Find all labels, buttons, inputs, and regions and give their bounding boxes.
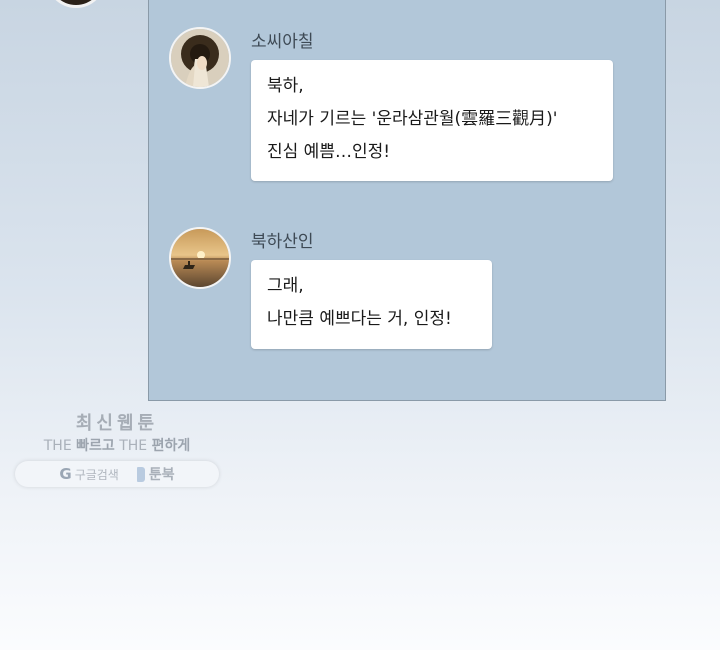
avatar[interactable]: [169, 227, 231, 289]
toonbook-label: 툰북: [136, 464, 175, 484]
google-icon: G: [59, 465, 72, 483]
message-line: 자네가 기르는 '운라삼관월(雲羅三觀月)': [267, 109, 558, 129]
message-bubble: 북하, 자네가 기르는 '운라삼관월(雲羅三觀月)' 진심 예쁨…인정!: [251, 60, 613, 181]
tagline-word: 빠르고: [76, 438, 115, 454]
message-line: 나만큼 예쁘다는 거, 인정!: [267, 309, 452, 329]
sender-name: 소씨아칠: [251, 32, 314, 52]
sender-name: 북하산인: [251, 232, 314, 252]
message-line: 진심 예쁨…인정!: [267, 142, 391, 162]
watermark-title: 최신웹툰: [75, 413, 159, 434]
tagline-the: THE: [43, 438, 72, 454]
google-search-text: 구글검색: [74, 468, 119, 482]
google-search-label: G 구글검색: [59, 465, 118, 483]
avatar-portrait-image: [171, 29, 229, 87]
watermark-search-pill: G 구글검색 툰북: [15, 461, 219, 487]
avatar: [46, 0, 106, 8]
tagline-word: 편하게: [151, 438, 191, 454]
watermark-tagline: THE 빠르고 THE 편하게: [15, 436, 219, 456]
message-bubble: 그래, 나만큼 예쁘다는 거, 인정!: [251, 260, 492, 349]
watermark: 최신웹툰 THE 빠르고 THE 편하게 G 구글검색 툰북: [15, 412, 219, 487]
chat-panel: 소씨아칠 북하, 자네가 기르는 '운라삼관월(雲羅三觀月)' 진심 예쁨…인정…: [148, 0, 666, 401]
avatar-sunset-image: [171, 229, 229, 287]
tagline-the: THE: [119, 438, 148, 454]
avatar[interactable]: [169, 27, 231, 89]
message-line: 북하,: [267, 76, 304, 96]
message-line: 그래,: [267, 276, 304, 296]
toonbook-text: 툰북: [148, 467, 175, 483]
book-icon: [136, 467, 145, 482]
